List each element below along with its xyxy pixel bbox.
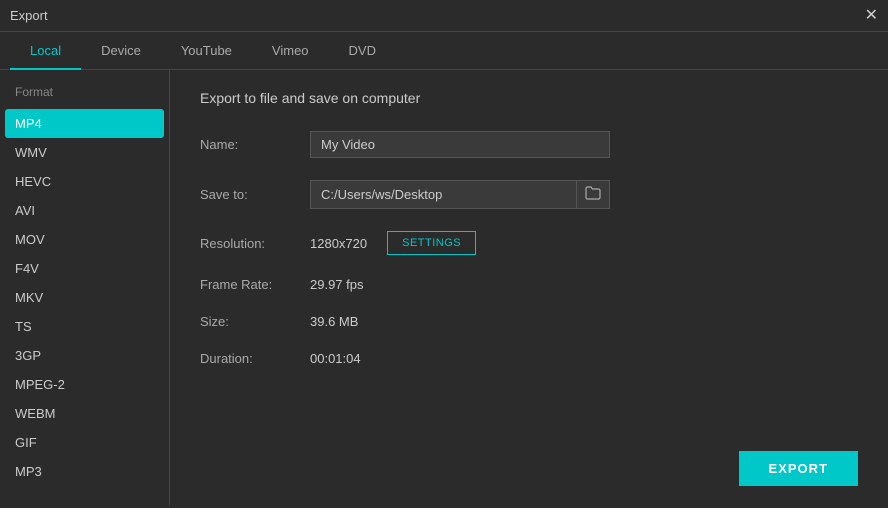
size-value: 39.6 MB: [310, 314, 358, 329]
export-button[interactable]: EXPORT: [739, 451, 858, 486]
title-bar-title: Export: [10, 8, 48, 23]
format-mpeg2[interactable]: MPEG-2: [0, 370, 169, 399]
duration-label: Duration:: [200, 351, 310, 366]
format-wmv[interactable]: WMV: [0, 138, 169, 167]
format-3gp[interactable]: 3GP: [0, 341, 169, 370]
tab-dvd[interactable]: DVD: [329, 33, 396, 70]
resolution-row: Resolution: 1280x720 SETTINGS: [200, 231, 858, 255]
duration-value: 00:01:04: [310, 351, 361, 366]
format-ts[interactable]: TS: [0, 312, 169, 341]
format-sidebar-title: Format: [0, 85, 169, 109]
tab-vimeo[interactable]: Vimeo: [252, 33, 329, 70]
tab-local[interactable]: Local: [10, 33, 81, 70]
format-sidebar: Format MP4 WMV HEVC AVI MOV F4V MKV TS 3…: [0, 70, 170, 506]
frame-rate-label: Frame Rate:: [200, 277, 310, 292]
frame-rate-value: 29.97 fps: [310, 277, 364, 292]
tab-device[interactable]: Device: [81, 33, 161, 70]
save-to-input[interactable]: [311, 182, 576, 207]
save-to-label: Save to:: [200, 187, 310, 202]
size-row: Size: 39.6 MB: [200, 314, 858, 329]
export-content: Export to file and save on computer Name…: [170, 70, 888, 506]
resolution-label: Resolution:: [200, 236, 310, 251]
settings-button[interactable]: SETTINGS: [387, 231, 476, 255]
duration-row: Duration: 00:01:04: [200, 351, 858, 366]
tab-bar: Local Device YouTube Vimeo DVD: [0, 32, 888, 70]
format-mkv[interactable]: MKV: [0, 283, 169, 312]
close-button[interactable]: ✕: [865, 8, 878, 24]
format-gif[interactable]: GIF: [0, 428, 169, 457]
content-title: Export to file and save on computer: [200, 90, 858, 106]
save-to-container: [310, 180, 610, 209]
title-bar: Export ✕: [0, 0, 888, 32]
format-mov[interactable]: MOV: [0, 225, 169, 254]
name-input[interactable]: [310, 131, 610, 158]
tab-youtube[interactable]: YouTube: [161, 33, 252, 70]
resolution-controls: 1280x720 SETTINGS: [310, 231, 476, 255]
format-mp3[interactable]: MP3: [0, 457, 169, 486]
main-layout: Format MP4 WMV HEVC AVI MOV F4V MKV TS 3…: [0, 70, 888, 506]
save-to-row: Save to:: [200, 180, 858, 209]
frame-rate-row: Frame Rate: 29.97 fps: [200, 277, 858, 292]
format-hevc[interactable]: HEVC: [0, 167, 169, 196]
format-avi[interactable]: AVI: [0, 196, 169, 225]
size-label: Size:: [200, 314, 310, 329]
folder-browse-button[interactable]: [576, 181, 609, 208]
name-label: Name:: [200, 137, 310, 152]
format-webm[interactable]: WEBM: [0, 399, 169, 428]
name-row: Name:: [200, 131, 858, 158]
format-mp4[interactable]: MP4: [5, 109, 164, 138]
resolution-value: 1280x720: [310, 236, 367, 251]
format-f4v[interactable]: F4V: [0, 254, 169, 283]
